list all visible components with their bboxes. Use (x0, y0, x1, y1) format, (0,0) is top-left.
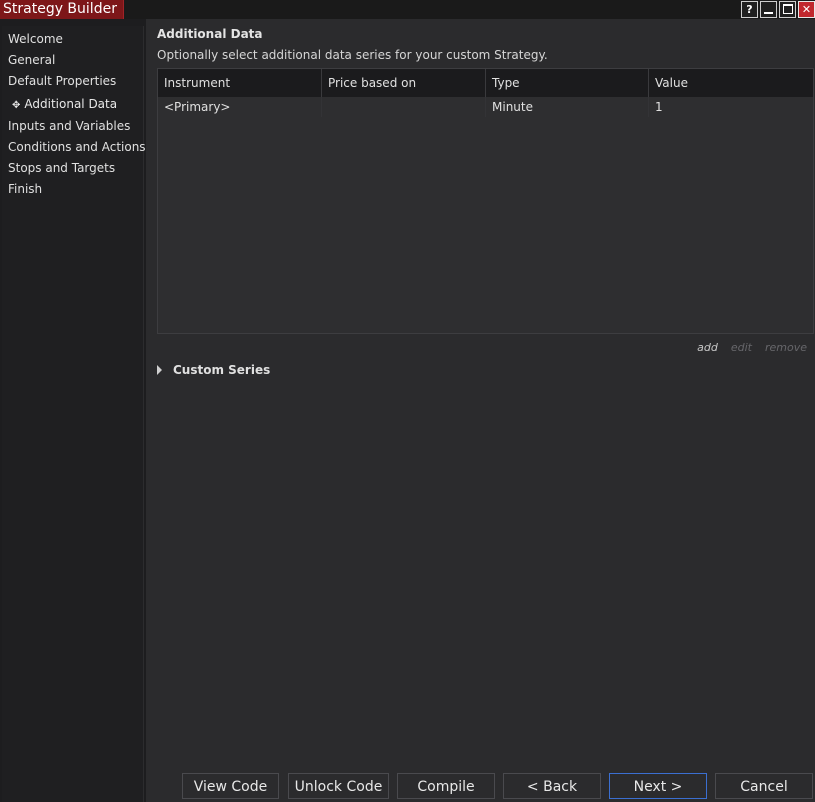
sidebar-item-welcome[interactable]: Welcome (8, 32, 63, 46)
close-button[interactable]: ✕ (798, 1, 815, 18)
unlock-code-button[interactable]: Unlock Code (288, 773, 389, 799)
title-bar: Strategy Builder ? ✕ (0, 0, 815, 19)
edit-link[interactable]: edit (731, 341, 752, 354)
minimize-button[interactable] (760, 1, 777, 18)
strategy-builder-window: Strategy Builder ? ✕ Welcome General Def… (0, 0, 815, 802)
page-description: Optionally select additional data series… (157, 48, 548, 62)
column-header-type[interactable]: Type (486, 69, 649, 97)
custom-series-label: Custom Series (173, 363, 271, 377)
data-series-grid: Instrument Price based on Type Value <Pr… (157, 68, 814, 334)
column-header-instrument[interactable]: Instrument (158, 69, 322, 97)
next-button[interactable]: Next > (609, 773, 707, 799)
sidebar-item-additional-data[interactable]: ✥ Additional Data (12, 97, 117, 111)
sidebar-item-stops-and-targets[interactable]: Stops and Targets (8, 161, 115, 175)
column-header-value[interactable]: Value (649, 69, 813, 97)
window-title: Strategy Builder (0, 0, 124, 19)
maximize-icon (782, 4, 793, 14)
sidebar-item-default-properties[interactable]: Default Properties (8, 74, 116, 88)
view-code-button[interactable]: View Code (182, 773, 279, 799)
minimize-icon (764, 12, 773, 14)
cancel-button[interactable]: Cancel (715, 773, 813, 799)
grid-header: Instrument Price based on Type Value (158, 69, 813, 97)
column-header-price-based-on[interactable]: Price based on (322, 69, 486, 97)
sidebar-item-finish[interactable]: Finish (8, 182, 42, 196)
main-panel: Additional Data Optionally select additi… (146, 19, 815, 802)
add-link[interactable]: add (697, 341, 718, 354)
sidebar-item-inputs-and-variables[interactable]: Inputs and Variables (8, 119, 130, 133)
sidebar-item-label: Additional Data (24, 97, 118, 111)
cell-price-based-on (322, 97, 486, 117)
compile-button[interactable]: Compile (397, 773, 495, 799)
cell-instrument: <Primary> (158, 97, 322, 117)
table-row[interactable]: <Primary> Minute 1 (158, 97, 813, 117)
help-button[interactable]: ? (741, 1, 758, 18)
back-button[interactable]: < Back (503, 773, 601, 799)
cell-type: Minute (486, 97, 649, 117)
page-title: Additional Data (157, 27, 263, 41)
remove-link[interactable]: remove (765, 341, 807, 354)
sidebar: Welcome General Default Properties ✥ Addi… (2, 26, 146, 802)
sidebar-item-general[interactable]: General (8, 53, 55, 67)
grid-actions: add edit remove (697, 341, 807, 354)
window-controls: ? ✕ (741, 1, 815, 18)
sidebar-item-conditions-and-actions[interactable]: Conditions and Actions (8, 140, 146, 154)
cell-value: 1 (655, 100, 663, 114)
custom-series-expander[interactable]: Custom Series (157, 363, 270, 377)
maximize-button[interactable] (779, 1, 796, 18)
move-arrows-icon: ✥ (12, 100, 21, 111)
expand-triangle-icon (157, 365, 162, 375)
